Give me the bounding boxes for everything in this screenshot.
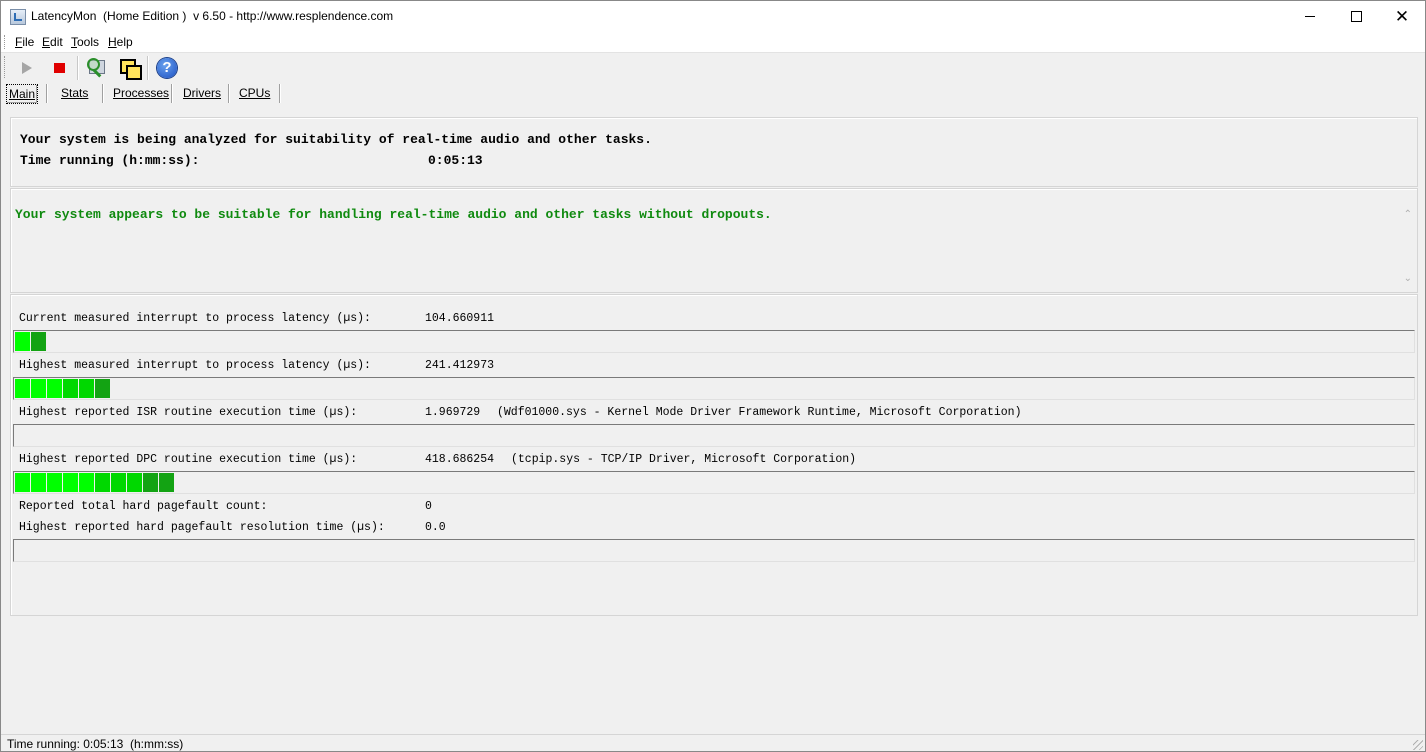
metric-detail: (tcpip.sys - TCP/IP Driver, Microsoft Co… [511, 453, 857, 466]
tab-main[interactable]: Main [6, 84, 39, 104]
close-icon: ✕ [1394, 7, 1410, 26]
metric-value: 241.412973 [425, 359, 495, 372]
windows-icon [118, 57, 142, 80]
minimize-icon [1305, 16, 1315, 17]
bar-segment [111, 473, 126, 492]
minimize-button[interactable] [1287, 1, 1333, 32]
bar-segment [15, 473, 30, 492]
app-icon [10, 9, 26, 25]
metric-label: Current measured interrupt to process la… [19, 312, 371, 325]
menu-tools-label: ools [77, 35, 100, 49]
metric-value: 1.969729 [425, 406, 481, 419]
metric-value: 104.660911 [425, 312, 495, 325]
windows-button[interactable] [117, 56, 142, 80]
bar-segment [127, 473, 142, 492]
time-running-value: 0:05:13 [428, 153, 483, 168]
menu-tools[interactable]: Tools [71, 35, 99, 49]
analysis-message: Your system is being analyzed for suitab… [20, 132, 652, 147]
pagefault-count-value: 0 [425, 500, 432, 513]
menubar-grip [4, 35, 7, 49]
latency-bar [13, 377, 1415, 400]
search-driver-icon [85, 57, 107, 79]
verdict-panel[interactable]: Your system appears to be suitable for h… [10, 188, 1418, 293]
tab-separator [228, 84, 230, 103]
bar-segment [79, 473, 94, 492]
bar-segment [31, 332, 46, 351]
time-running-label: Time running (h:mm:ss): [20, 153, 200, 168]
metric-label: Highest reported DPC routine execution t… [19, 453, 358, 466]
bar-segment [79, 379, 94, 398]
pagefault-time-label: Highest reported hard pagefault resoluti… [19, 521, 385, 534]
bar-segment [95, 473, 110, 492]
resize-grip-icon[interactable] [1413, 740, 1423, 750]
tab-drivers[interactable]: Drivers [181, 84, 223, 102]
menu-edit-mnemonic: E [42, 35, 51, 49]
bar-segment [63, 473, 78, 492]
bar-segment [47, 473, 62, 492]
menu-file-label: ile [22, 35, 35, 49]
tab-stats[interactable]: Stats [59, 84, 90, 102]
metric-value: 418.686254 [425, 453, 495, 466]
menu-help-label: elp [116, 35, 133, 49]
pagefault-count-label: Reported total hard pagefault count: [19, 500, 268, 513]
metric-label: Highest reported ISR routine execution t… [19, 406, 358, 419]
bar-segment [159, 473, 174, 492]
stop-icon [53, 63, 65, 73]
window-title: LatencyMon (Home Edition ) v 6.50 - http… [31, 9, 394, 23]
toolbar-grip [4, 56, 7, 78]
metric-label: Highest measured interrupt to process la… [19, 359, 371, 372]
tab-cpus[interactable]: CPUs [237, 84, 272, 102]
help-icon: ? [157, 58, 177, 78]
status-text: Time running: 0:05:13 (h:mm:ss) [7, 737, 184, 751]
dpc-bar [13, 471, 1415, 494]
close-button[interactable]: ✕ [1379, 1, 1425, 32]
isr-bar [13, 424, 1415, 447]
stop-button[interactable] [47, 56, 71, 80]
toolbar-separator [147, 56, 149, 80]
pagefault-bar [13, 539, 1415, 562]
latency-bar [13, 330, 1415, 353]
menu-edit[interactable]: Edit [42, 35, 63, 49]
tab-bar: Main Stats Processes Drivers CPUs [1, 82, 1425, 104]
menu-file[interactable]: File [15, 35, 34, 49]
maximize-button[interactable] [1333, 1, 1379, 32]
tab-separator [102, 84, 104, 103]
verdict-text: Your system appears to be suitable for h… [15, 207, 772, 222]
bar-segment [63, 379, 78, 398]
bar-segment [15, 332, 30, 351]
tab-separator [279, 84, 281, 103]
driver-search-button[interactable] [84, 56, 108, 80]
metric-detail: (Wdf01000.sys - Kernel Mode Driver Frame… [497, 406, 1022, 419]
bar-segment [31, 379, 46, 398]
tab-processes[interactable]: Processes [111, 84, 171, 102]
menu-help[interactable]: Help [108, 35, 133, 49]
toolbar-separator [77, 56, 79, 80]
app-window: LatencyMon (Home Edition ) v 6.50 - http… [0, 0, 1426, 752]
help-button[interactable]: ? [155, 56, 179, 80]
play-icon [22, 62, 32, 74]
pagefault-time-value: 0.0 [425, 521, 446, 534]
maximize-icon [1350, 11, 1362, 22]
menu-bar: File Edit Tools Help [1, 32, 1425, 53]
analysis-status-panel: Your system is being analyzed for suitab… [10, 117, 1418, 187]
title-bar[interactable]: LatencyMon (Home Edition ) v 6.50 - http… [1, 1, 1425, 32]
menu-help-mnemonic: H [108, 35, 117, 49]
bar-segment [15, 379, 30, 398]
scroll-up-icon[interactable]: ⌃ [1404, 209, 1412, 220]
tab-separator [46, 84, 48, 103]
bar-segment [47, 379, 62, 398]
scroll-down-icon[interactable]: ⌄ [1404, 273, 1412, 284]
bar-segment [95, 379, 110, 398]
bar-segment [31, 473, 46, 492]
status-bar: Time running: 0:05:13 (h:mm:ss) [1, 734, 1425, 751]
bar-segment [143, 473, 158, 492]
start-button[interactable] [15, 56, 39, 80]
tab-separator [171, 84, 173, 103]
toolbar: ? [1, 53, 1425, 81]
menu-edit-label: dit [50, 35, 63, 49]
